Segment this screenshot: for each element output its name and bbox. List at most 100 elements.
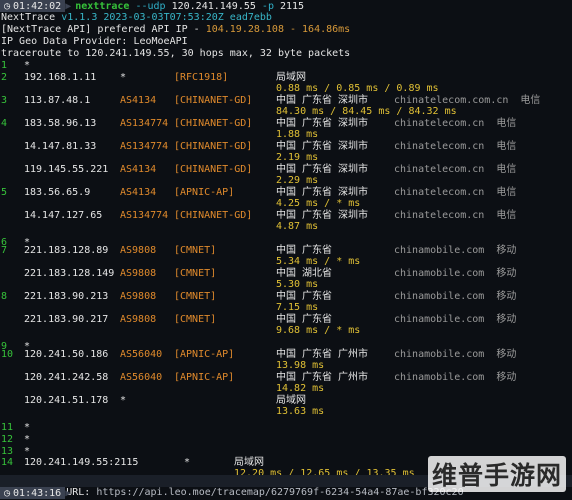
hop-ip: 120.241.51.178 [24, 395, 109, 406]
hop-ip: 113.87.48.1 [24, 95, 91, 106]
clock-icon: ◷ [4, 487, 11, 499]
hop-ip: * [24, 60, 31, 71]
hop-ip: 221.183.128.89 [24, 245, 109, 256]
hop-ip: 183.58.96.13 [24, 118, 97, 129]
hop-registry-tag: [CMNET] [174, 291, 217, 302]
hop-number: 7 [1, 245, 8, 256]
hop-rtt: 5.30 ms [276, 279, 319, 290]
hop-registry-tag: [CHINANET-GD] [174, 210, 253, 221]
hop-isp: chinamobile.com 移动 [394, 372, 517, 383]
traceroute-line: traceroute to 120.241.149.55, 30 hops ma… [1, 48, 351, 59]
hop-rtt: 14.82 ms [276, 383, 325, 394]
command-flag-udp: --udp [135, 0, 166, 12]
hop-asn: AS134774 [120, 141, 169, 152]
hop-isp: chinamobile.com 移动 [394, 349, 517, 360]
hop-asn: AS9808 [120, 314, 157, 325]
hop-ip: 14.147.81.33 [24, 141, 97, 152]
hop-ip: 192.168.1.11 [24, 72, 97, 83]
hop-number: 2 [1, 72, 8, 83]
hop-isp: chinamobile.com 移动 [394, 268, 517, 279]
hop-ip: 120.241.242.58 [24, 372, 109, 383]
command-prompt-top: ◷ 01:42:02 ▶ nexttrace --udp 120.241.149… [0, 0, 572, 12]
hop-ip: 14.147.127.65 [24, 210, 103, 221]
hop-asn: AS134774 [120, 210, 169, 221]
command-name: nexttrace [75, 0, 130, 12]
hop-number: 12 [1, 434, 14, 445]
hop-registry-tag: [CMNET] [174, 245, 217, 256]
hop-rtt: 2.29 ms [276, 175, 319, 186]
hop-registry-tag: [CMNET] [174, 268, 217, 279]
header-version-line: NextTrace v1.1.3 2023-03-03T07:53:20Z ea… [1, 12, 272, 24]
hop-registry-tag: [APNIC-AP] [174, 349, 235, 360]
hop-asn: AS9808 [120, 291, 157, 302]
command-target: 120.241.149.55 [171, 0, 256, 12]
hop-rtt: 13.98 ms [276, 360, 325, 371]
hop-isp: chinatelecom.cn 电信 [394, 187, 517, 198]
hop-registry-tag: [CMNET] [174, 314, 217, 325]
hop-isp: chinamobile.com 移动 [394, 314, 517, 325]
hop-registry-tag: [APNIC-AP] [174, 187, 235, 198]
hop-rtt: 13.63 ms [276, 406, 325, 417]
hop-isp: chinamobile.com 移动 [394, 291, 517, 302]
hop-asn: AS56040 [120, 372, 163, 383]
hop-ip: 183.56.65.9 [24, 187, 91, 198]
hop-asn: AS9808 [120, 245, 157, 256]
hop-ip: 120.241.149.55:2115 [24, 457, 139, 468]
hop-rtt: 9.68 ms / * ms [276, 325, 361, 336]
hop-asn: * [120, 72, 127, 83]
prompt-chevron-icon: ▶ [65, 0, 72, 12]
hop-rtt: 1.88 ms [276, 129, 319, 140]
hop-number: 1 [1, 60, 8, 71]
hop-asn: AS4134 [120, 187, 157, 198]
command-flag-port: -p [261, 0, 274, 12]
hop-rtt: 2.19 ms [276, 152, 319, 163]
hop-isp: chinatelecom.cn 电信 [394, 210, 517, 221]
hop-registry-tag: [RFC1918] [174, 72, 229, 83]
app-name: NextTrace [1, 12, 62, 23]
hop-number: 11 [1, 422, 14, 433]
hop-rtt: 4.87 ms [276, 221, 319, 232]
hop-ip: * [24, 434, 31, 445]
hop-registry-tag: [CHINANET-GD] [174, 164, 253, 175]
clock-time-bottom: 01:43:16 [13, 487, 62, 499]
hop-asn: AS134774 [120, 118, 169, 129]
hop-rtt: 5.34 ms / * ms [276, 256, 361, 267]
hop-asn: * [184, 457, 191, 468]
hop-asn: AS56040 [120, 349, 163, 360]
hop-number: 10 [1, 349, 14, 360]
hop-ip: 119.145.55.221 [24, 164, 109, 175]
hop-asn: * [120, 395, 127, 406]
hop-isp: chinatelecom.cn 电信 [394, 141, 517, 152]
app-version: v1.1.3 2023-03-03T07:53:20Z ead7ebb [61, 12, 272, 23]
hop-asn: AS9808 [120, 268, 157, 279]
api-label: [NextTrace API] prefered API IP - [1, 24, 206, 35]
hop-asn: AS4134 [120, 164, 157, 175]
hop-ip: 221.183.90.213 [24, 291, 109, 302]
clock-segment: ◷ 01:42:02 [0, 0, 66, 12]
hop-registry-tag: [CHINANET-GD] [174, 141, 253, 152]
clock-icon: ◷ [4, 0, 11, 12]
header-api-line: [NextTrace API] prefered API IP - 104.19… [1, 24, 350, 36]
hop-number: 14 [1, 457, 14, 468]
hop-registry-tag: [CHINANET-GD] [174, 95, 253, 106]
hop-asn: AS4134 [120, 95, 157, 106]
command-port: 2115 [280, 0, 305, 12]
hop-rtt: 0.88 ms / 0.85 ms / 0.89 ms [276, 83, 439, 94]
hop-rtt: 84.30 ms / 84.45 ms / 84.32 ms [276, 106, 457, 117]
clock-time: 01:42:02 [13, 0, 62, 12]
watermark-logo: 维普手游网 [427, 456, 566, 492]
hop-ip: 120.241.50.186 [24, 349, 109, 360]
geo-provider-line: IP Geo Data Provider: LeoMoeAPI [1, 36, 188, 47]
hop-isp: chinamobile.com 移动 [394, 245, 517, 256]
hop-rtt: 4.25 ms / * ms [276, 198, 361, 209]
hop-number: 4 [1, 118, 8, 129]
hop-registry-tag: [APNIC-AP] [174, 372, 235, 383]
prompt-chevron-icon: ▶ [65, 487, 72, 499]
hop-isp: chinatelecom.cn 电信 [394, 118, 517, 129]
hop-ip: * [24, 422, 31, 433]
hop-number: 3 [1, 95, 8, 106]
hop-isp: chinatelecom.cn 电信 [394, 164, 517, 175]
api-ip: 104.19.28.108 - 164.86ms [205, 24, 351, 35]
hop-number: 5 [1, 187, 8, 198]
hop-registry-tag: [CHINANET-GD] [174, 118, 253, 129]
